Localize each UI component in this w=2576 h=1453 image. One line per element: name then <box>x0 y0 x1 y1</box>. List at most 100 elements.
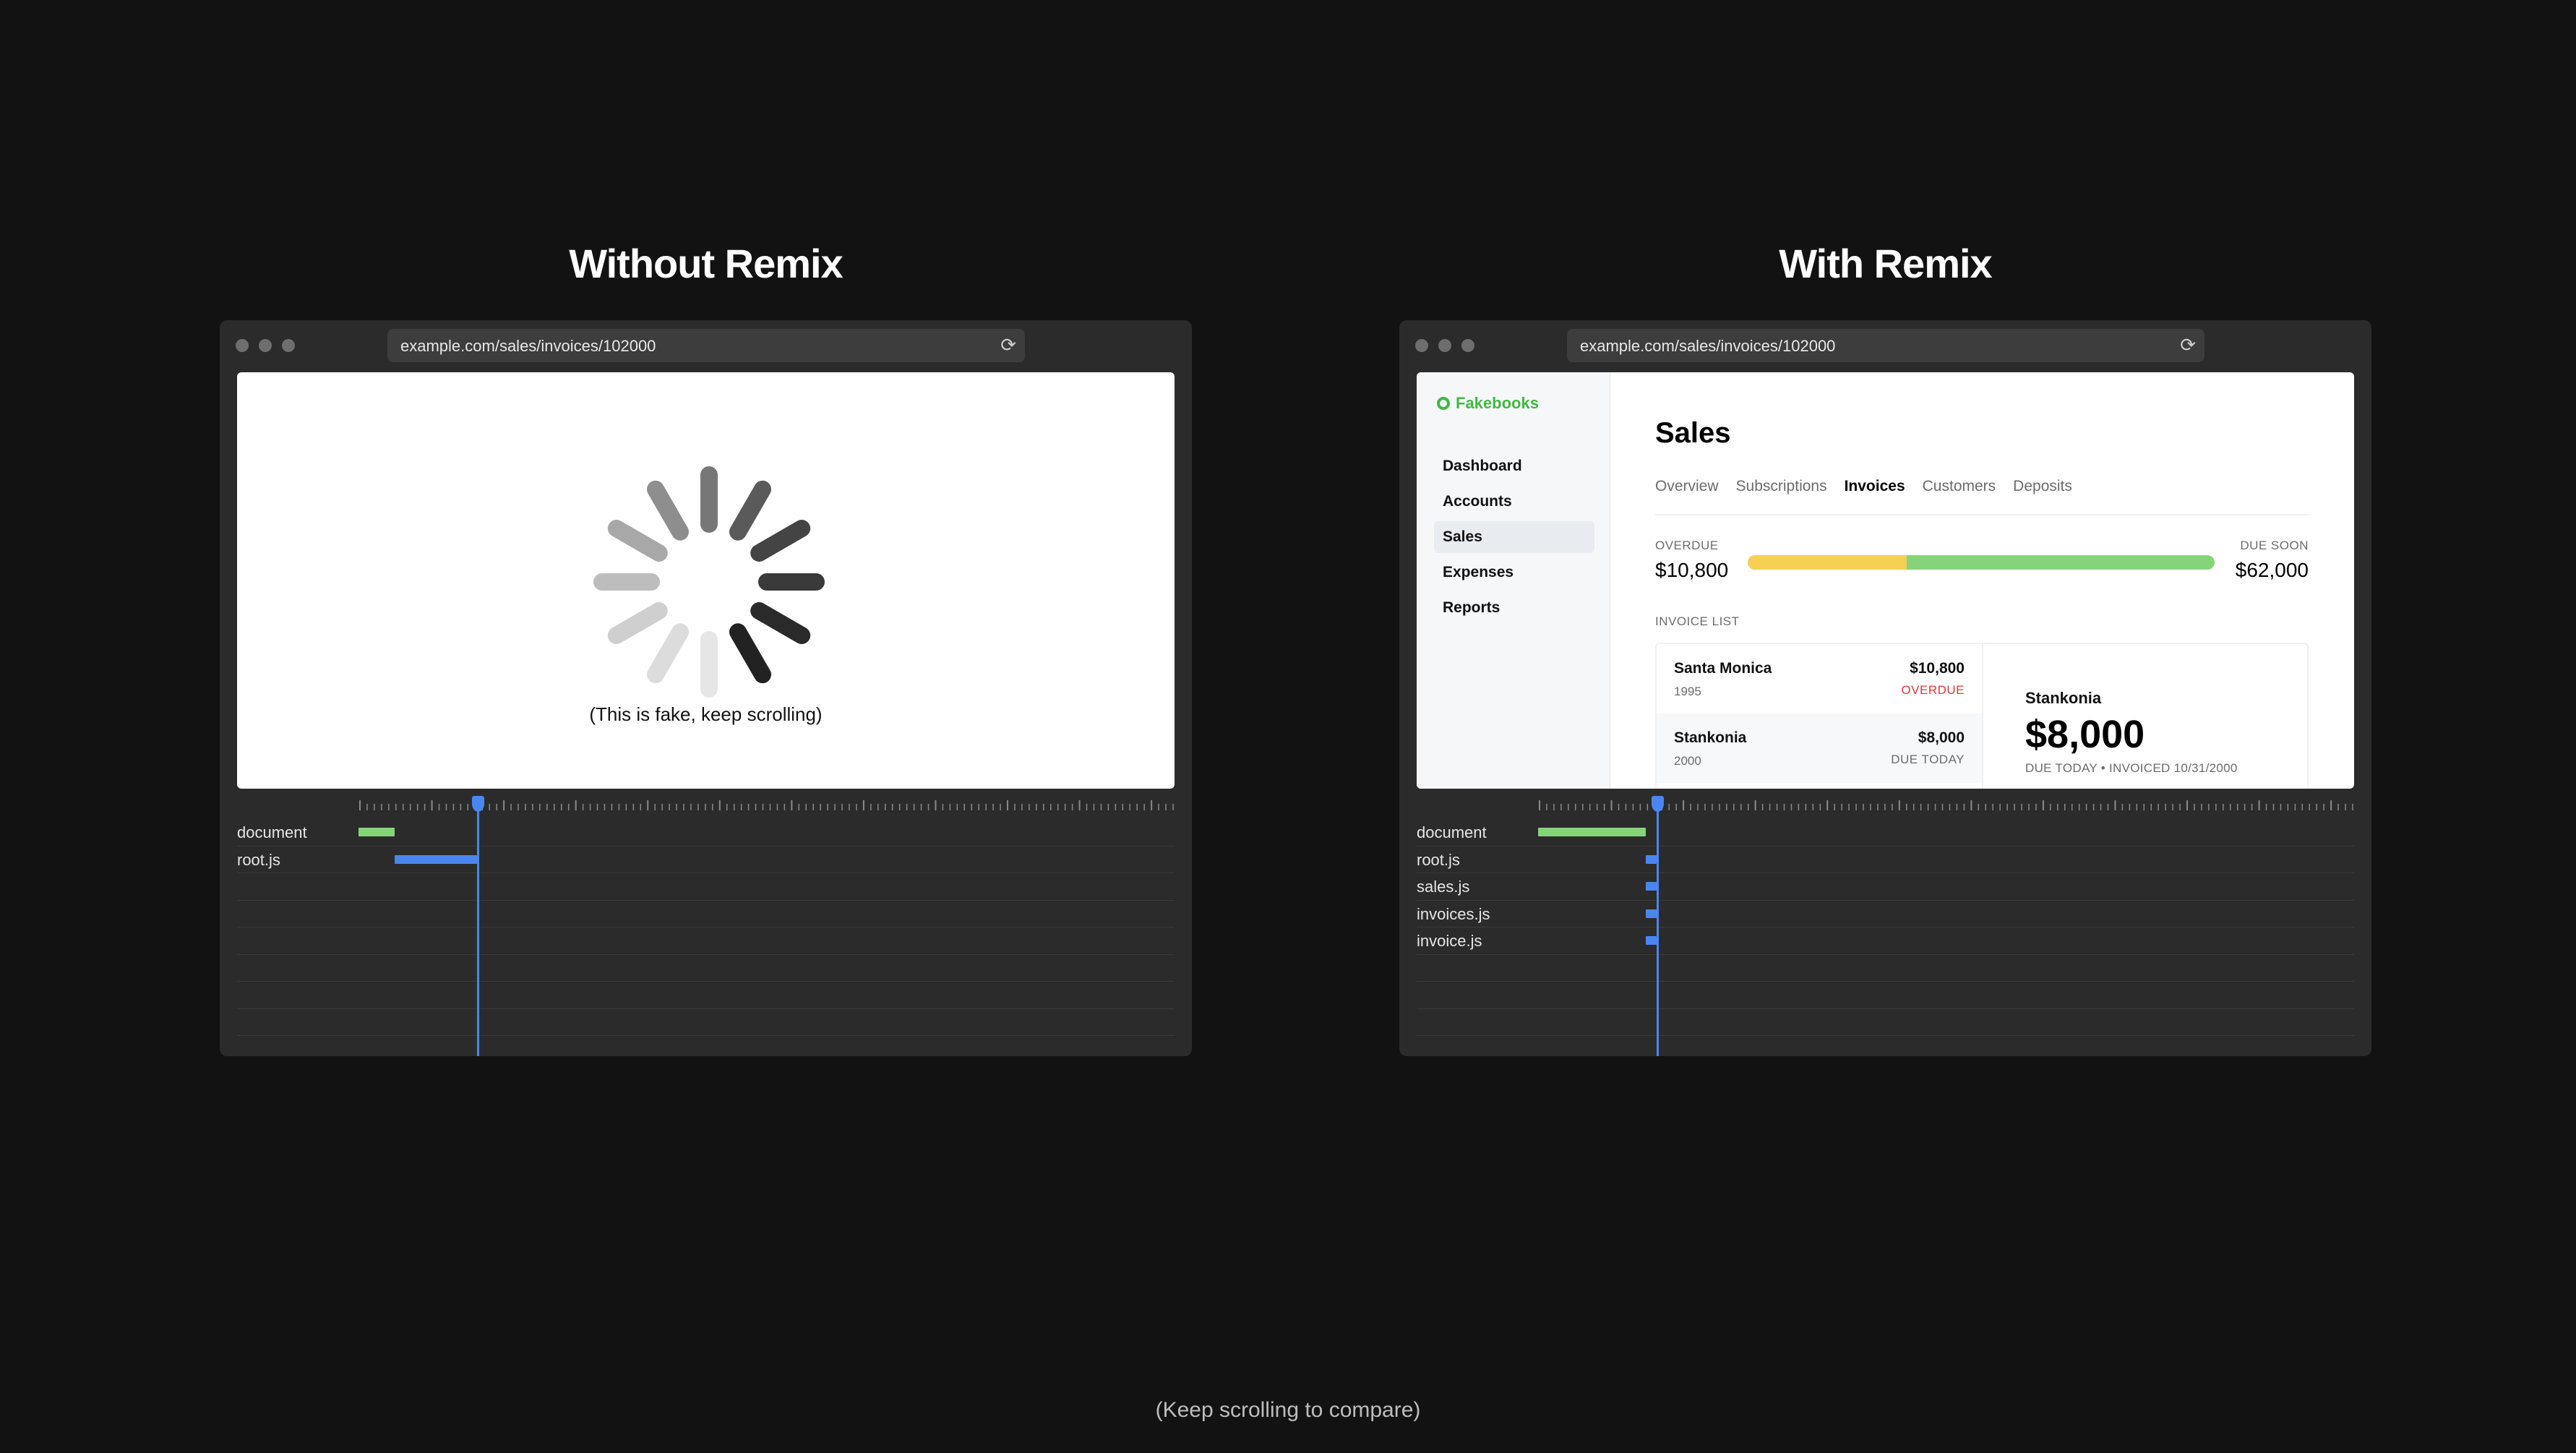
timeline-bar <box>1646 854 1657 864</box>
playhead-handle[interactable] <box>471 796 484 812</box>
spinner-spoke <box>750 520 811 562</box>
timeline-row-label: invoices.js <box>1417 904 1490 923</box>
playhead-handle[interactable] <box>1651 796 1664 812</box>
invoice-detail-amount: $8,000 <box>2025 713 2145 756</box>
reload-icon[interactable]: ⟳ <box>1000 334 1016 356</box>
timeline-row: document <box>1417 819 2354 846</box>
browser-window-without-remix: example.com/sales/invoices/102000 ⟳ (Thi… <box>220 320 1192 1056</box>
loading-spinner-icon <box>593 466 825 698</box>
invoice-detail: Stankonia $8,000 DUE TODAY • INVOICED 10… <box>2025 689 2238 776</box>
overdue-progress-bar <box>1748 555 2215 570</box>
overdue-progress-fill <box>1748 555 1907 570</box>
minimize-window-dot[interactable] <box>259 339 272 352</box>
spinner-spoke <box>593 573 660 591</box>
timeline-rows: document root.js <box>237 819 1175 1036</box>
due-soon-value: $62,000 <box>2235 559 2309 581</box>
app-main: Sales Overview Subscriptions Invoices Custo… <box>1655 372 2313 789</box>
address-bar[interactable]: example.com/sales/invoices/102000 ⟳ <box>387 329 1025 362</box>
invoice-status: OVERDUE <box>1901 683 1965 697</box>
sidebar-item-reports[interactable]: Reports <box>1434 592 1594 624</box>
spinner-spoke <box>700 631 718 698</box>
timeline-row <box>237 1009 1175 1036</box>
timeline-row: invoices.js <box>1417 901 2354 927</box>
timeline-row <box>237 955 1175 982</box>
invoice-status: DUE TODAY <box>1891 753 1965 766</box>
window-controls <box>1415 339 1474 352</box>
timeline-bar <box>359 828 395 836</box>
timeline-playhead[interactable] <box>1651 796 1664 1056</box>
timeline-row <box>1417 1009 2354 1036</box>
invoice-detail-meta: DUE TODAY • INVOICED 10/31/2000 <box>2025 761 2238 775</box>
spinner-spoke <box>750 602 811 644</box>
timeline-bar <box>1646 882 1657 891</box>
spinner-spoke <box>647 623 689 684</box>
timeline-row: document <box>237 819 1175 846</box>
spinner-spoke <box>758 573 825 591</box>
tab-deposits[interactable]: Deposits <box>2013 478 2072 495</box>
tab-subscriptions[interactable]: Subscriptions <box>1736 478 1827 495</box>
due-soon-label: DUE SOON <box>2240 539 2309 552</box>
timeline-row: root.js <box>1417 846 2354 873</box>
reload-icon[interactable]: ⟳ <box>2180 334 2196 356</box>
spinner-spoke <box>700 466 718 533</box>
tab-overview[interactable]: Overview <box>1655 478 1719 495</box>
address-url[interactable]: example.com/sales/invoices/102000 <box>1580 337 1835 356</box>
minimize-window-dot[interactable] <box>1438 339 1451 352</box>
invoice-list-label: INVOICE LIST <box>1655 614 1740 628</box>
page-title: Sales <box>1655 417 1731 449</box>
spinner-spoke <box>647 480 689 541</box>
timeline-row <box>237 901 1175 927</box>
tab-customers[interactable]: Customers <box>1923 478 1996 495</box>
page-viewport: Fakebooks Dashboard Accounts Sales Expenses… <box>1417 372 2354 789</box>
scroll-hint: (Keep scrolling to compare) <box>1155 1398 1421 1422</box>
with-remix-title: With Remix <box>1779 241 1992 286</box>
close-window-dot[interactable] <box>1415 339 1428 352</box>
fakebooks-logo[interactable]: Fakebooks <box>1437 394 1539 413</box>
spinner-spoke <box>729 480 771 541</box>
close-window-dot[interactable] <box>236 339 249 352</box>
timeline-row-label: sales.js <box>1417 878 1470 896</box>
address-bar[interactable]: example.com/sales/invoices/102000 ⟳ <box>1567 329 2204 362</box>
overdue-label: OVERDUE <box>1655 539 1719 552</box>
page-viewport: (This is fake, keep scrolling) <box>237 372 1175 789</box>
timeline-row-label: root.js <box>1417 850 1460 869</box>
sidebar-item-sales[interactable]: Sales <box>1434 521 1594 553</box>
timeline-bar <box>1646 936 1657 945</box>
timeline-row <box>1417 982 2354 1009</box>
timeline-row-label: root.js <box>237 850 280 869</box>
timeline-rows: document root.js sales.js invoices.js invoic… <box>1417 819 2354 1036</box>
timeline-row <box>1417 955 2354 982</box>
maximize-window-dot[interactable] <box>282 339 295 352</box>
sidebar-item-expenses[interactable]: Expenses <box>1434 557 1594 588</box>
network-timeline: document root.js <box>237 796 1175 1056</box>
app-sidebar: Fakebooks Dashboard Accounts Sales Expenses… <box>1417 372 1610 789</box>
invoice-row[interactable]: Santa Monica 1995 $10,800 OVERDUE <box>1657 644 1982 713</box>
tab-invoices[interactable]: Invoices <box>1845 478 1905 495</box>
browser-window-with-remix: example.com/sales/invoices/102000 ⟳ Fake… <box>1399 320 2371 1056</box>
tabs-divider <box>1655 514 2309 515</box>
invoice-list: Santa Monica 1995 $10,800 OVERDUE Stanko… <box>1657 644 1983 789</box>
overdue-summary: OVERDUE $10,800 <box>1655 539 1728 582</box>
timeline-bar <box>394 854 477 864</box>
address-url[interactable]: example.com/sales/invoices/102000 <box>400 337 656 356</box>
timeline-row: invoice.js <box>1417 927 2354 955</box>
fakebooks-logo-icon <box>1437 397 1450 410</box>
window-controls <box>236 339 295 352</box>
sidebar-item-dashboard[interactable]: Dashboard <box>1434 450 1594 482</box>
spinner-spoke <box>607 520 668 562</box>
brand-name: Fakebooks <box>1456 394 1539 412</box>
timeline-playhead[interactable] <box>471 796 484 1056</box>
overdue-value: $10,800 <box>1655 559 1729 581</box>
spinner-spoke <box>607 602 668 644</box>
invoice-detail-name: Stankonia <box>2025 689 2102 707</box>
sidebar-item-accounts[interactable]: Accounts <box>1434 486 1594 518</box>
maximize-window-dot[interactable] <box>1461 339 1474 352</box>
invoice-panel: Santa Monica 1995 $10,800 OVERDUE Stanko… <box>1655 643 2309 789</box>
invoice-row-selected[interactable]: Stankonia 2000 $8,000 DUE TODAY <box>1657 713 1982 783</box>
timeline-bar <box>1538 828 1647 836</box>
timeline-row <box>237 927 1175 955</box>
due-soon-summary: DUE SOON $62,000 <box>2236 539 2309 582</box>
sales-tabs: Overview Subscriptions Invoices Customers De… <box>1655 478 2072 495</box>
network-timeline: document root.js sales.js invoices.js invoic… <box>1417 796 2354 1056</box>
timeline-row <box>237 873 1175 901</box>
